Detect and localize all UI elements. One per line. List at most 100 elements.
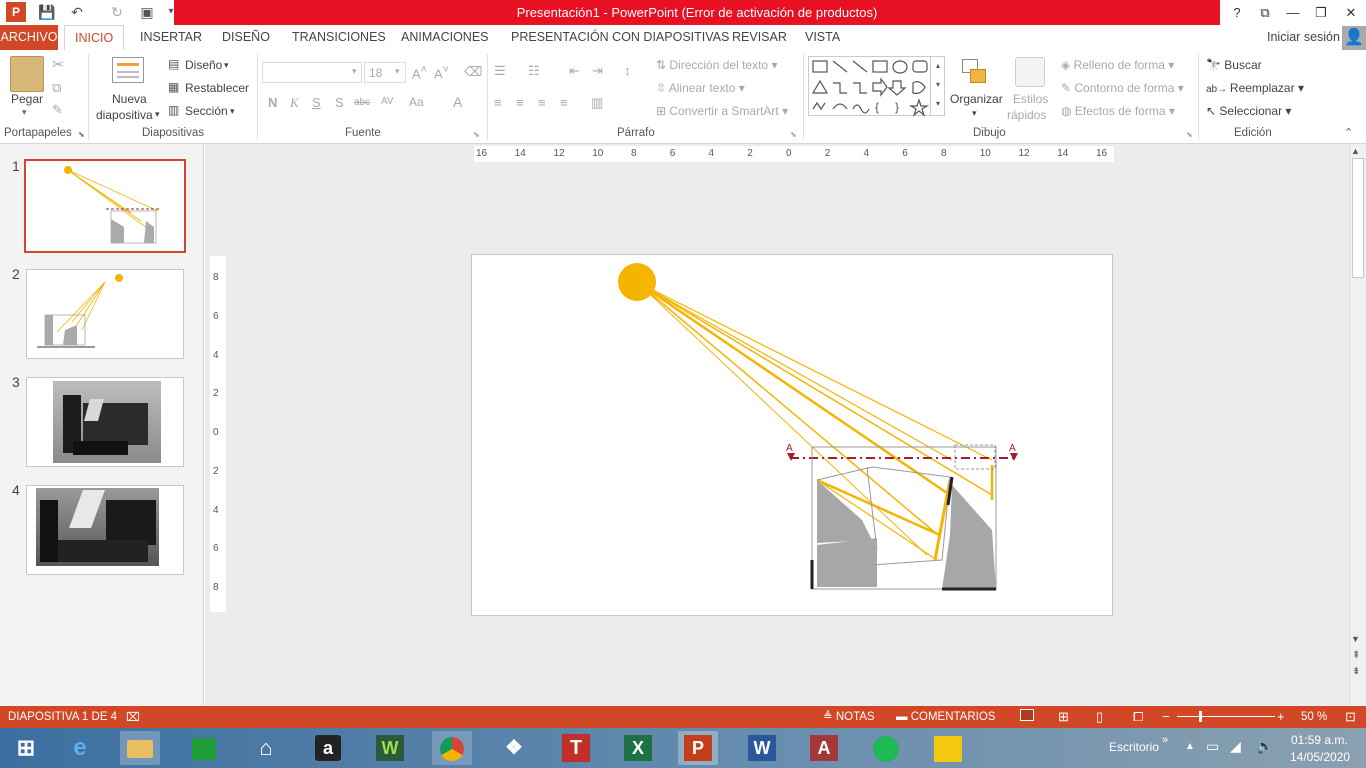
select-button[interactable]: ↖ Seleccionar ▾	[1206, 104, 1291, 118]
notes-button[interactable]: ≜ NOTAS	[823, 706, 875, 728]
close-button[interactable]: ✕	[1336, 0, 1366, 25]
spellcheck-icon[interactable]: ⌧	[126, 706, 140, 728]
drawing-launcher-icon[interactable]: ⬊	[1186, 130, 1193, 139]
volume-icon[interactable]: 🔈	[1256, 738, 1273, 755]
font-name-box[interactable]	[262, 62, 362, 83]
reading-view-icon[interactable]: ▯	[1096, 706, 1103, 728]
home-icon[interactable]: ⌂	[246, 731, 286, 765]
battery-icon[interactable]: ▭	[1206, 738, 1219, 755]
tab-diseno[interactable]: DISEÑO	[222, 25, 270, 50]
clock-date[interactable]: 14/05/2020	[1290, 750, 1350, 764]
internet-explorer-icon[interactable]: e	[60, 731, 100, 765]
start-presentation-icon[interactable]: ▣	[136, 2, 158, 22]
font-color-button[interactable]: A	[453, 94, 462, 110]
desktop-toolbar-label[interactable]: Escritorio	[1109, 740, 1159, 754]
shape-outline-button[interactable]: ✎ Contorno de forma ▾	[1061, 81, 1184, 95]
font-name-dropdown-icon[interactable]: ▾	[352, 66, 357, 77]
layout-icon[interactable]: ▤	[168, 57, 179, 71]
scroll-thumb[interactable]	[1352, 158, 1364, 278]
zoom-slider[interactable]	[1177, 716, 1275, 717]
shapes-scroll[interactable]: ▴ ▾ ▾	[930, 56, 945, 116]
excel-icon[interactable]: X	[618, 731, 658, 765]
scroll-up-icon[interactable]: ▲	[1351, 146, 1360, 156]
maximize-button[interactable]: ❐	[1306, 0, 1336, 25]
vertical-scrollbar[interactable]: ▲ ▼ ⇞ ⇟	[1349, 144, 1366, 706]
new-slide-dropdown-icon[interactable]: ▾	[155, 109, 160, 120]
slide-thumbnail-1[interactable]	[24, 159, 186, 253]
collapse-ribbon-icon[interactable]: ⌃	[1344, 126, 1353, 139]
undo-icon[interactable]: ↶	[66, 2, 88, 22]
align-left-icon[interactable]: ≡	[494, 95, 502, 110]
numbering-icon[interactable]: ☷	[528, 63, 540, 79]
quick-styles-label-1[interactable]: Estilos	[1013, 92, 1048, 106]
smartart-button[interactable]: ⊞ Convertir a SmartArt ▾	[656, 104, 788, 118]
slide-sorter-icon[interactable]: ⊞	[1058, 706, 1069, 728]
comments-button[interactable]: ▬ COMENTARIOS	[896, 706, 995, 728]
help-button[interactable]: ?	[1222, 0, 1252, 25]
char-spacing-button[interactable]: AV	[381, 96, 394, 107]
tab-inicio[interactable]: INICIO	[64, 25, 125, 50]
app-w-icon[interactable]: W	[370, 731, 410, 765]
shadow-button[interactable]: S	[335, 95, 344, 110]
quick-styles-label-2[interactable]: rápidos	[1007, 108, 1046, 122]
grow-font-icon[interactable]: A˄	[412, 64, 427, 81]
spotify-icon[interactable]	[866, 731, 906, 765]
dropbox-icon[interactable]: ❖	[494, 731, 534, 765]
bold-button[interactable]: N	[268, 95, 277, 110]
shape-effects-button[interactable]: ◍ Efectos de forma ▾	[1061, 104, 1175, 118]
slide-thumbnail-2[interactable]	[26, 269, 184, 359]
powerbi-icon[interactable]	[928, 731, 968, 765]
normal-view-icon[interactable]	[1020, 709, 1034, 721]
shapes-gallery[interactable]: {}	[808, 56, 945, 117]
zoom-level[interactable]: 50 %	[1301, 706, 1327, 728]
windows-start-icon[interactable]: ⊞	[6, 731, 46, 765]
tab-vista[interactable]: VISTA	[805, 25, 840, 50]
shape-fill-button[interactable]: ◈ Relleno de forma ▾	[1061, 58, 1174, 72]
layout-dropdown-icon[interactable]: ▾	[224, 60, 229, 71]
powerpoint-taskbar-icon[interactable]: P	[678, 731, 718, 765]
slide-thumbnail-3[interactable]	[26, 377, 184, 467]
quick-styles-icon[interactable]	[1015, 57, 1045, 87]
section-dropdown-icon[interactable]: ▾	[230, 106, 235, 117]
increase-indent-icon[interactable]: ⇥	[592, 63, 603, 79]
new-slide-icon[interactable]	[112, 57, 144, 83]
reset-button[interactable]: Restablecer	[185, 81, 249, 95]
arrange-button[interactable]: Organizar	[950, 92, 1003, 106]
reset-icon[interactable]: ▦	[168, 80, 179, 94]
clock-time[interactable]: 01:59 a.m.	[1291, 733, 1348, 747]
underline-button[interactable]: S	[312, 95, 321, 110]
layout-button[interactable]: Diseño	[185, 58, 222, 72]
current-slide[interactable]: A A	[471, 254, 1113, 616]
zoom-slider-thumb[interactable]	[1199, 711, 1203, 722]
cut-icon[interactable]: ✂	[52, 56, 64, 73]
tab-insertar[interactable]: INSERTAR	[140, 25, 202, 50]
format-painter-icon[interactable]: ✎	[52, 102, 63, 118]
user-avatar-icon[interactable]: 👤	[1342, 26, 1366, 50]
access-icon[interactable]: A	[804, 731, 844, 765]
slide-thumbnail-4[interactable]	[26, 485, 184, 575]
replace-button[interactable]: ab→ Reemplazar ▾	[1206, 81, 1304, 95]
app-t-icon[interactable]: T	[556, 731, 596, 765]
shrink-font-icon[interactable]: A˅	[434, 64, 449, 81]
tab-revisar[interactable]: REVISAR	[732, 25, 787, 50]
paragraph-launcher-icon[interactable]: ⬊	[790, 130, 797, 139]
chevron-icon[interactable]: »	[1162, 734, 1168, 746]
tab-animaciones[interactable]: ANIMACIONES	[401, 25, 489, 50]
new-slide-label-2[interactable]: diapositiva	[96, 108, 153, 122]
paste-button[interactable]: Pegar	[11, 92, 43, 106]
word-icon[interactable]: W	[742, 731, 782, 765]
align-right-icon[interactable]: ≡	[538, 95, 546, 110]
chrome-icon[interactable]	[432, 731, 472, 765]
minimize-button[interactable]: —	[1278, 0, 1308, 25]
bullets-icon[interactable]: ☰	[494, 63, 506, 79]
font-size-dropdown-icon[interactable]: ▾	[395, 66, 400, 77]
strikethrough-button[interactable]: abc	[354, 97, 370, 108]
align-center-icon[interactable]: ≡	[516, 95, 524, 110]
arrange-dropdown-icon[interactable]: ▾	[972, 108, 977, 119]
change-case-button[interactable]: Aa	[409, 95, 424, 109]
tab-archivo[interactable]: ARCHIVO	[0, 25, 58, 50]
paste-dropdown-icon[interactable]: ▾	[22, 107, 27, 118]
store-icon[interactable]	[184, 731, 224, 765]
italic-button[interactable]: K	[290, 95, 299, 111]
arrange-icon[interactable]	[960, 57, 988, 87]
